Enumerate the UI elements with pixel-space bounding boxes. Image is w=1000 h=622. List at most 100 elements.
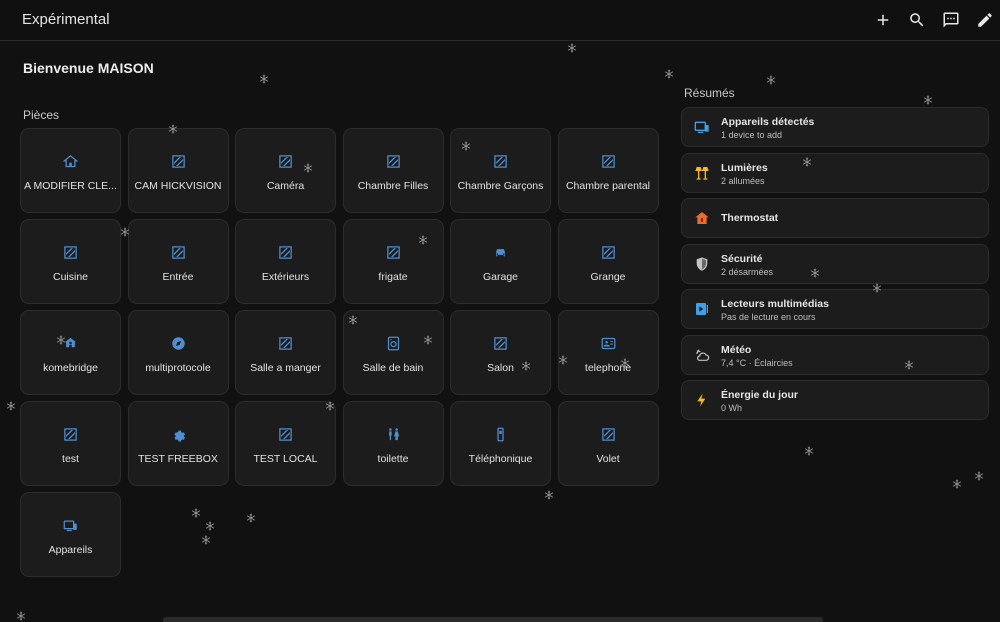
devices-icon (694, 119, 710, 135)
contact-card-icon (600, 335, 616, 351)
washer-icon (385, 335, 401, 351)
room-card[interactable]: TEST FREEBOX (127, 401, 229, 486)
room-label: Téléphonique (468, 453, 533, 465)
area-icon (170, 153, 186, 169)
lamps-icon (694, 165, 710, 181)
area-icon (385, 244, 401, 260)
summary-title: Énergie du jour (721, 389, 799, 401)
chat-icon[interactable] (941, 10, 961, 30)
room-label: A MODIFIER CLE... (24, 180, 117, 192)
room-card[interactable]: Chambre Filles (342, 128, 444, 213)
area-icon (278, 244, 294, 260)
snowflake-icon (766, 72, 776, 85)
summary-subtitle: 2 désarmées (721, 266, 774, 277)
room-card[interactable]: multiprotocole (127, 310, 229, 395)
room-label: komebridge (43, 362, 98, 374)
area-icon (493, 153, 509, 169)
summary-card[interactable]: Lumières 2 allumées (681, 152, 989, 193)
room-card[interactable]: A MODIFIER CLE... (20, 128, 121, 213)
room-card[interactable]: Caméra (235, 128, 336, 213)
area-icon (600, 153, 616, 169)
room-label: test (62, 453, 79, 465)
top-app-bar: Expérimental (0, 0, 1000, 41)
room-label: Grange (590, 271, 626, 283)
media-icon (694, 301, 710, 317)
room-card[interactable]: Appareils (20, 492, 121, 577)
room-card[interactable]: Téléphonique (450, 401, 551, 486)
summary-title: Thermostat (721, 212, 779, 224)
room-label: Extérieurs (261, 271, 310, 283)
welcome-heading: Bienvenue MAISON (23, 60, 154, 76)
room-card[interactable]: Garage (450, 219, 551, 304)
summary-title: Lumières (721, 161, 768, 174)
compass-icon (170, 335, 186, 351)
room-card[interactable]: telephone (557, 310, 659, 395)
snowflake-icon (974, 468, 984, 481)
room-card[interactable]: komebridge (20, 310, 121, 395)
room-label: multiprotocole (145, 362, 211, 374)
snowflake-icon (804, 443, 814, 456)
summary-subtitle: 0 Wh (721, 403, 743, 413)
home-thermostat-icon (694, 210, 710, 226)
room-label: frigate (378, 271, 408, 283)
search-icon[interactable] (907, 10, 927, 30)
room-card[interactable]: Chambre Garçons (450, 128, 551, 213)
area-icon (600, 244, 616, 260)
room-card[interactable]: Extérieurs (235, 219, 336, 304)
room-label: Caméra (266, 180, 305, 192)
area-icon (63, 426, 79, 442)
room-card[interactable]: CAM HICKVISION (127, 128, 229, 213)
rooms-section-title: Pièces (23, 108, 60, 122)
summary-subtitle: Pas de lecture en cours (721, 312, 816, 322)
summary-subtitle: 2 allumées (721, 175, 765, 186)
summary-subtitle: 1 device to add (721, 130, 783, 140)
devices-icon (63, 517, 79, 533)
summary-card[interactable]: Sécurité 2 désarmées (681, 243, 989, 284)
snowflake-icon (923, 92, 933, 105)
room-label: Appareils (48, 544, 93, 556)
snowflake-icon (259, 71, 269, 84)
room-label: toilette (377, 453, 409, 465)
snowflake-icon (567, 40, 577, 53)
room-label: Volet (596, 453, 620, 465)
room-card[interactable]: Chambre parental (557, 128, 659, 213)
room-card[interactable]: Cuisine (20, 219, 121, 304)
room-card[interactable]: toilette (342, 401, 444, 486)
area-icon (63, 244, 79, 260)
home-network-icon (63, 335, 79, 351)
room-label: TEST LOCAL (253, 453, 318, 465)
snowflake-icon (664, 66, 674, 79)
room-label: telephone (584, 362, 632, 374)
room-card[interactable]: Salon (450, 310, 551, 395)
room-card[interactable]: Salle de bain (342, 310, 444, 395)
summary-subtitle: 7,4 °C · Éclaircies (721, 357, 793, 368)
summary-card[interactable]: Énergie du jour 0 Wh (681, 380, 989, 420)
room-label: Garage (482, 271, 519, 283)
snowflake-icon (6, 398, 16, 411)
room-label: Cuisine (52, 271, 89, 283)
summary-card[interactable]: Lecteurs multimédias Pas de lecture en co… (681, 289, 989, 329)
home-icon (63, 153, 79, 169)
room-label: Entrée (162, 271, 194, 283)
summary-title: Lecteurs multimédias (721, 298, 829, 310)
summary-title: Appareils détectés (721, 116, 815, 128)
room-card[interactable]: Salle a manger (235, 310, 336, 395)
summary-card[interactable]: Appareils détectés 1 device to add (681, 107, 989, 147)
dashboard-title: Expérimental (22, 11, 110, 28)
room-card[interactable]: Grange (557, 219, 659, 304)
shield-icon (694, 256, 710, 272)
summary-title: Sécurité (721, 252, 763, 265)
area-icon (493, 335, 509, 351)
room-card[interactable]: test (20, 401, 121, 486)
plus-icon[interactable] (873, 10, 893, 30)
room-card[interactable]: Entrée (127, 219, 229, 304)
restroom-icon (385, 426, 401, 442)
room-card[interactable]: TEST LOCAL (235, 401, 336, 486)
room-label: Chambre Garçons (457, 180, 544, 192)
summary-card[interactable]: Thermostat (681, 198, 989, 238)
room-card[interactable]: frigate (342, 219, 444, 304)
weather-partly-cloudy-icon (694, 347, 710, 363)
summary-card[interactable]: Météo 7,4 °C · Éclaircies (681, 334, 989, 375)
room-card[interactable]: Volet (557, 401, 659, 486)
pencil-icon[interactable] (975, 10, 995, 30)
